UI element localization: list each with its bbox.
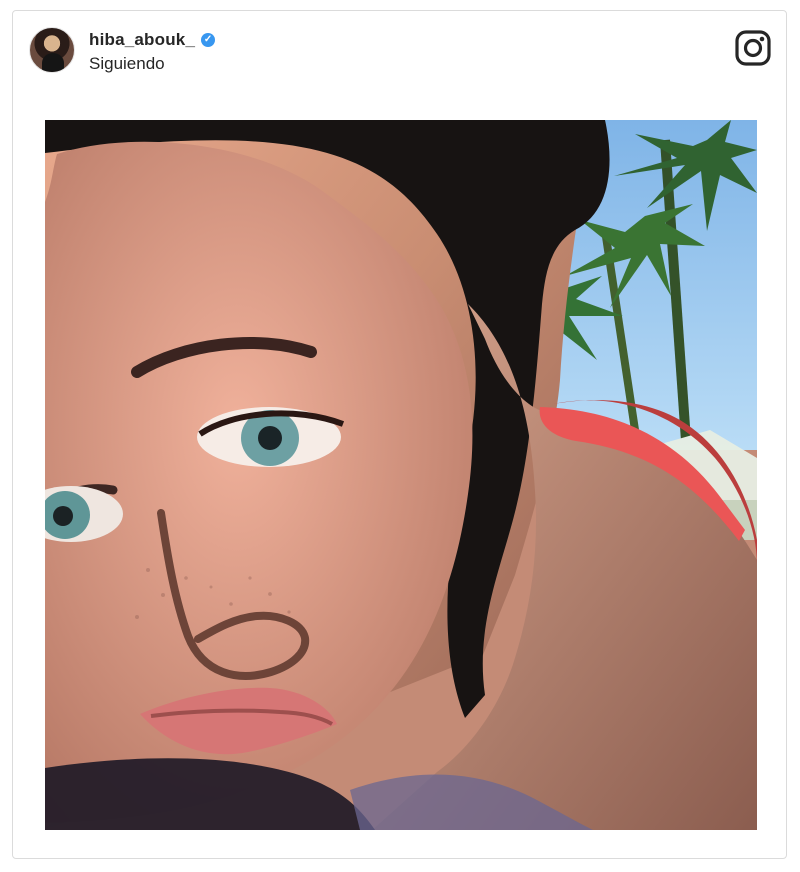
instagram-icon[interactable]	[734, 29, 772, 67]
user-info: hiba_abouk_ ✓ Siguiendo	[89, 29, 216, 74]
username-row: hiba_abouk_ ✓	[89, 29, 216, 51]
selfie-image	[45, 120, 757, 830]
profile-avatar[interactable]	[29, 27, 75, 73]
post-header: hiba_abouk_ ✓ Siguiendo	[13, 11, 786, 91]
verified-badge-icon: ✓	[201, 33, 216, 47]
post-photo[interactable]	[45, 120, 757, 830]
username-link[interactable]: hiba_abouk_	[89, 30, 195, 50]
follow-status[interactable]: Siguiendo	[89, 54, 215, 74]
instagram-embed-card: hiba_abouk_ ✓ Siguiendo	[12, 10, 787, 859]
